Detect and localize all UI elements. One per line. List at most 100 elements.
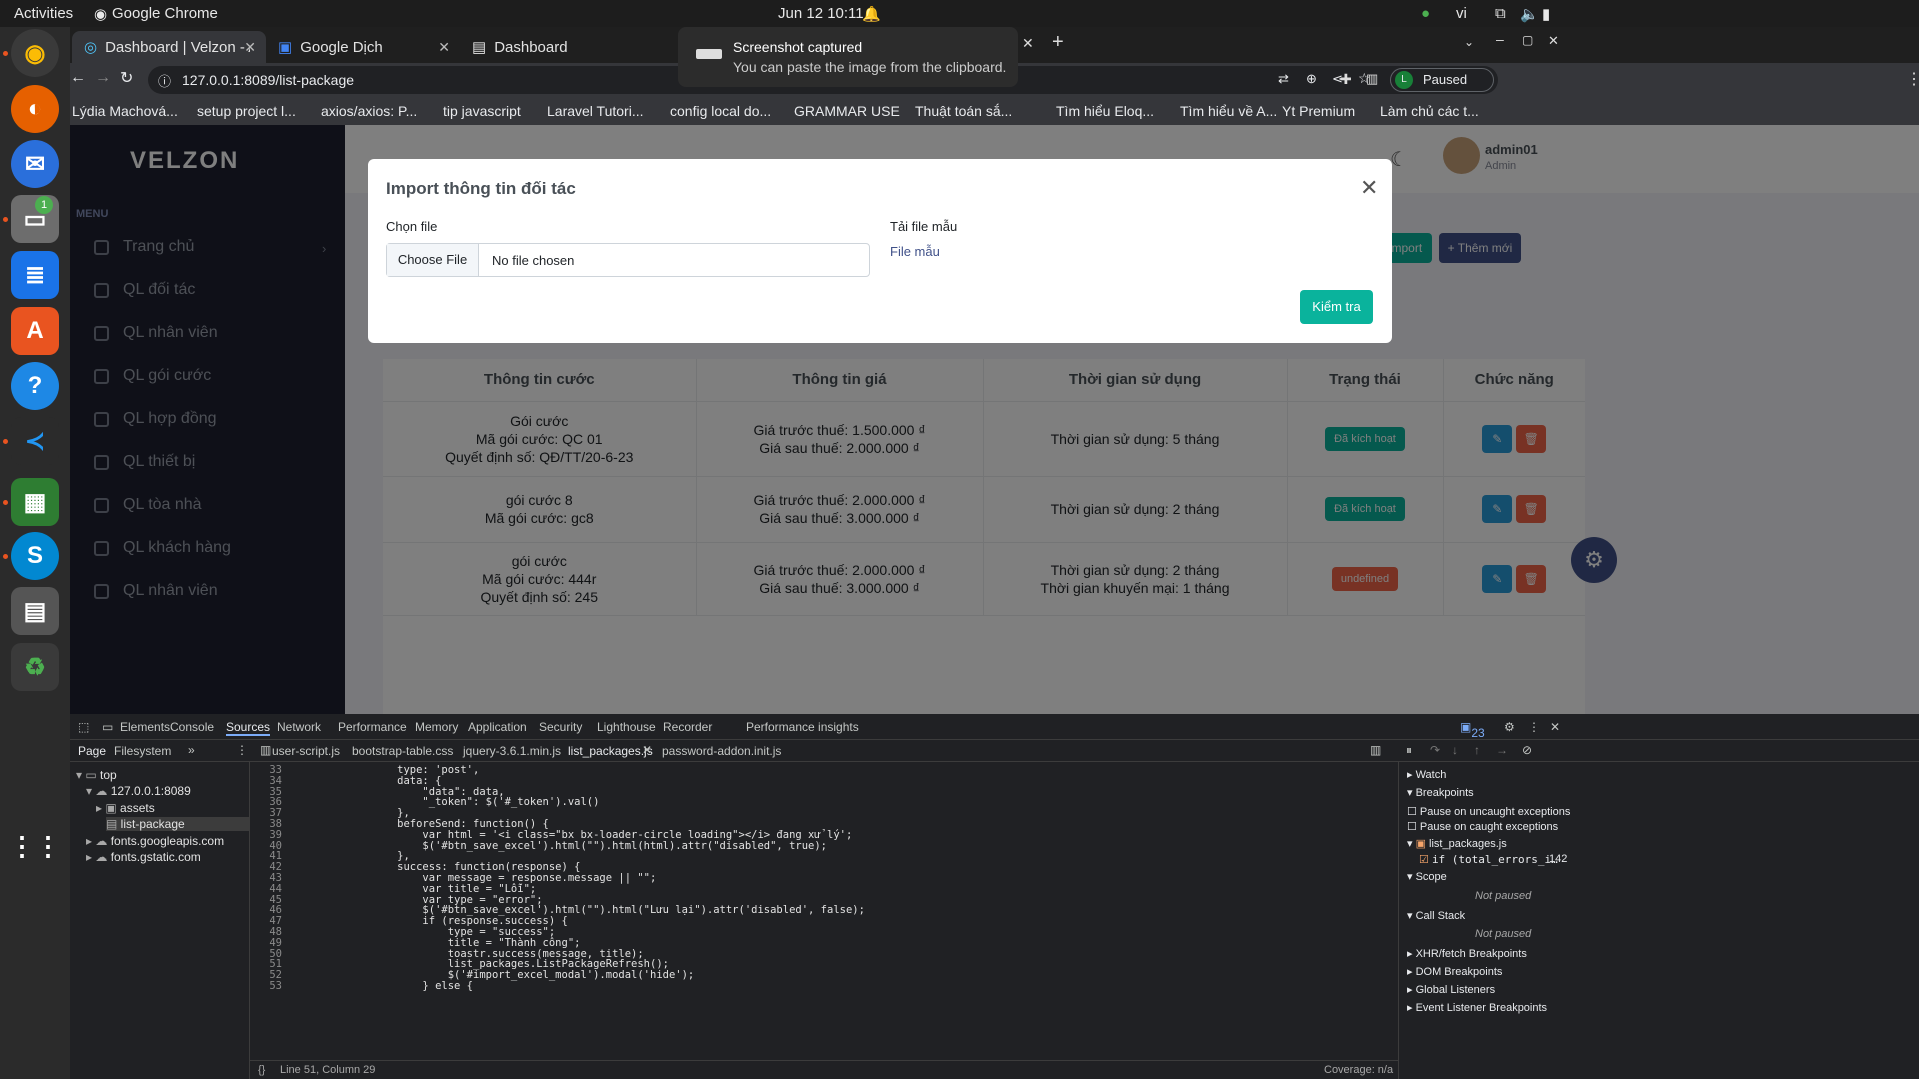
bookmark-item[interactable]: Thuật toán sắ... [915, 103, 1012, 119]
tree-node[interactable]: ▾ ☁ 127.0.0.1:8089 [86, 784, 191, 798]
bookmark-item[interactable]: Laravel Tutori... [547, 103, 644, 119]
close-file-tab-icon[interactable]: ✕ [642, 743, 652, 757]
inspect-icon[interactable]: ⬚ [78, 720, 89, 734]
bookmark-item[interactable]: Lýdia Machová... [72, 103, 178, 119]
screenshot-toast[interactable]: Screenshot captured You can paste the im… [678, 27, 1018, 87]
choose-file-button[interactable]: Choose File [387, 244, 479, 276]
toggle-debugger-icon[interactable]: ▥ [1370, 743, 1381, 757]
format-icon[interactable]: {} [258, 1064, 265, 1076]
devtools-tab[interactable]: Elements [120, 720, 170, 734]
file-tab[interactable]: list_packages.js [568, 744, 653, 758]
pause-icon[interactable]: ⏸ [1406, 743, 1412, 758]
breakpoints-section[interactable]: ▾ Breakpoints [1407, 786, 1474, 799]
network-icon[interactable]: ⧉ [1495, 5, 1506, 22]
bookmark-item[interactable]: config local do... [670, 103, 771, 119]
devtools-tab[interactable]: Lighthouse [597, 720, 656, 734]
close-icon[interactable]: ✕ [1360, 175, 1378, 201]
breakpoint-entry[interactable]: ☑ if (total_errors_i… 142 [1419, 853, 1567, 866]
devtools-tab[interactable]: Performance [338, 720, 407, 734]
step-over-icon[interactable]: ↷ [1430, 743, 1440, 757]
nav-tab-filesystem[interactable]: Filesystem [114, 744, 171, 758]
file-input[interactable]: Choose File No file chosen [386, 243, 870, 277]
writer-icon[interactable]: ≣ [11, 251, 59, 299]
more-tabs-icon[interactable]: » [188, 743, 195, 757]
devtools-tab[interactable]: Sources [226, 720, 271, 736]
callstack-section[interactable]: ▾ Call Stack [1407, 909, 1465, 922]
tree-node[interactable]: ▸ ☁ fonts.gstatic.com [86, 850, 201, 864]
file-tab[interactable]: jquery-3.6.1.min.js [463, 744, 561, 758]
scope-section[interactable]: ▾ Scope [1407, 870, 1447, 883]
extensions-icon[interactable]: ✚ [1340, 71, 1352, 88]
bookmark-item[interactable]: Tìm hiểu về A... [1180, 103, 1277, 119]
clock[interactable]: Jun 12 10:11 [778, 5, 864, 22]
profile-button[interactable]: L Paused [1390, 68, 1494, 92]
bookmark-item[interactable]: axios/axios: P... [321, 103, 417, 119]
devtools-menu-icon[interactable]: ⋮ [1528, 720, 1540, 734]
side-panel-icon[interactable]: ▥ [1366, 71, 1378, 87]
step-into-icon[interactable]: ↓ [1452, 743, 1458, 757]
devtools-close-icon[interactable]: ✕ [1550, 720, 1560, 734]
devtools-tab[interactable]: Performance insights [746, 720, 859, 734]
file-tab[interactable]: bootstrap-table.css [352, 744, 453, 758]
bookmark-item[interactable]: GRAMMAR USE [794, 103, 900, 119]
event-listener-breakpoints-section[interactable]: ▸ Event Listener Breakpoints [1407, 1001, 1547, 1014]
maximize-icon[interactable]: ▢ [1522, 33, 1533, 47]
chrome-dock-icon[interactable]: ◉ [11, 29, 59, 77]
tree-node[interactable]: ▸ ▣ assets [96, 801, 155, 815]
tab-google-dich[interactable]: ▣ Google Dịch ✕ [266, 31, 460, 63]
focused-app-label[interactable]: Google Chrome [112, 5, 218, 22]
skype-icon[interactable]: S [11, 532, 59, 580]
tab-dashboard-velzon[interactable]: ◎ Dashboard | Velzon - Adm ✕ [72, 31, 266, 63]
spreadsheet-icon[interactable]: ▦ [11, 478, 59, 526]
global-listeners-section[interactable]: ▸ Global Listeners [1407, 983, 1495, 996]
volume-icon[interactable]: 🔈 [1520, 5, 1539, 23]
new-tab-icon[interactable]: + [1052, 31, 1064, 54]
nav-tab-page[interactable]: Page [78, 744, 106, 758]
trash-icon[interactable]: ♻ [11, 643, 59, 691]
help-icon[interactable]: ? [11, 362, 59, 410]
app-center-icon[interactable]: A [11, 307, 59, 355]
close-tab-icon[interactable]: ✕ [244, 39, 256, 56]
firefox-icon[interactable]: ◐ [11, 85, 59, 133]
zoom-icon[interactable]: ⊕ [1306, 71, 1317, 87]
terminal-icon[interactable]: ▤ [11, 587, 59, 635]
xhr-breakpoints-section[interactable]: ▸ XHR/fetch Breakpoints [1407, 947, 1527, 960]
pause-caught-checkbox[interactable]: ☐ Pause on caught exceptions [1407, 820, 1558, 833]
devtools-tab[interactable]: Application [468, 720, 527, 734]
close-tab-icon[interactable]: ✕ [1022, 35, 1034, 52]
devtools-tab[interactable]: Network [277, 720, 321, 734]
template-link[interactable]: File mẫu [890, 244, 940, 259]
step-icon[interactable]: → [1496, 743, 1508, 757]
line-number[interactable]: 53 [250, 980, 282, 992]
menu-kebab-icon[interactable]: ⋮ [1906, 69, 1919, 89]
tree-node[interactable]: ▸ ☁ fonts.googleapis.com [86, 834, 224, 848]
pause-uncaught-checkbox[interactable]: ☐ Pause on uncaught exceptions [1407, 805, 1570, 818]
bookmark-item[interactable]: Tìm hiểu Eloq... [1056, 103, 1154, 119]
toggle-navigator-icon[interactable]: ▥ [260, 743, 271, 757]
activities-button[interactable]: Activities [14, 5, 73, 22]
watch-section[interactable]: ▸ Watch [1407, 768, 1446, 781]
battery-icon[interactable]: ▮ [1542, 5, 1550, 23]
devtools-tab[interactable]: Security [539, 720, 582, 734]
checkbox-checked-icon[interactable]: ☑ [1419, 854, 1429, 866]
code-editor[interactable]: 33 type: 'post', 34 data: {35 "data": dat… [250, 762, 1398, 1060]
device-toolbar-icon[interactable]: ▭ [102, 720, 113, 734]
check-button[interactable]: Kiểm tra [1300, 290, 1373, 324]
tree-node[interactable]: ▾ ▭ top [76, 768, 117, 782]
devtools-tab[interactable]: Console [170, 720, 214, 734]
back-icon[interactable]: ← [70, 69, 86, 87]
devtools-tab[interactable]: Recorder [663, 720, 712, 734]
thunderbird-icon[interactable]: ✉ [11, 140, 59, 188]
code-line[interactable]: } else { [296, 980, 473, 992]
deactivate-breakpoints-icon[interactable]: ⊘ [1522, 743, 1532, 757]
devtools-tab[interactable]: Memory [415, 720, 458, 734]
bookmark-item[interactable]: Làm chủ các t... [1380, 103, 1479, 119]
tree-node[interactable]: ▤ list-package [106, 817, 250, 832]
file-tab[interactable]: password-addon.init.js [662, 744, 781, 758]
devtools-settings-icon[interactable]: ⚙ [1504, 720, 1515, 734]
show-apps-icon[interactable]: ⋮⋮ [9, 822, 61, 870]
bookmark-item[interactable]: Yt Premium [1282, 103, 1355, 119]
close-window-icon[interactable]: ✕ [1548, 33, 1559, 49]
breakpoint-file[interactable]: ▾ ▣ list_packages.js [1407, 837, 1507, 850]
issues-badge[interactable]: ▣ 23 [1460, 720, 1485, 740]
